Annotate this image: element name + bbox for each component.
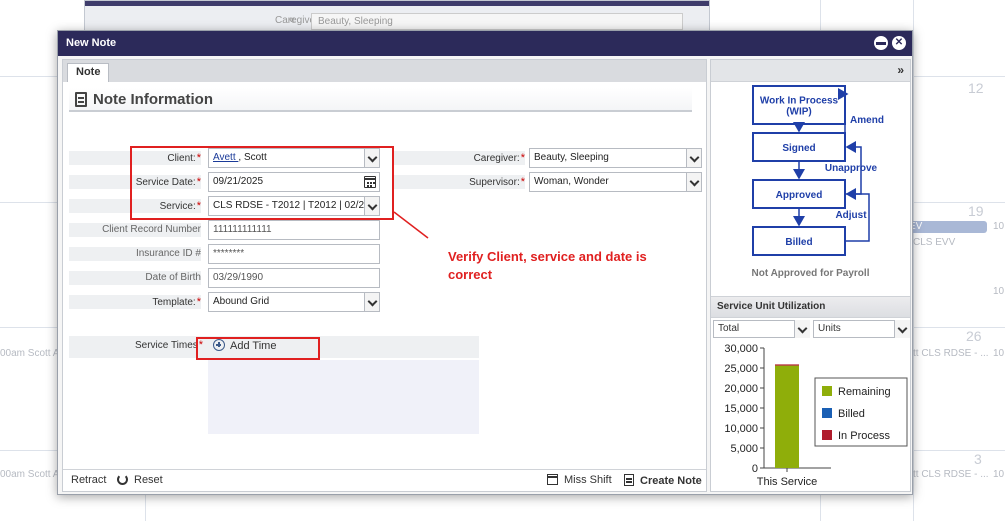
clipboard-icon xyxy=(75,92,87,107)
calendar-event[interactable]: tt CLS RDSE - ... xyxy=(913,469,989,480)
retract-button[interactable]: Retract xyxy=(71,474,106,486)
calendar-event[interactable]: EV xyxy=(905,221,987,233)
day-number: 26 xyxy=(966,328,982,344)
legend-label: Billed xyxy=(838,408,865,420)
day-number: 19 xyxy=(968,203,984,219)
utilization-title: Service Unit Utilization xyxy=(711,296,910,318)
side-panel: » Work In Process (WIP) Signed Approved Bill… xyxy=(710,59,911,492)
legend-swatch xyxy=(822,386,832,396)
y-tick-label: 5,000 xyxy=(730,443,758,455)
insurance-label-row: Insurance ID # xyxy=(69,247,201,261)
utilization-chart: 0 5,000 10,000 15,000 20,000 25,000 30,000 This… xyxy=(724,343,908,488)
calendar-event[interactable]: tt CLS RDSE - ... xyxy=(913,348,989,359)
dob-label: Date of Birth xyxy=(145,272,201,283)
side-panel-header: » xyxy=(711,60,910,82)
note-panel: Note Note Information Client:* Avett , S… xyxy=(62,59,707,492)
bar-segment-remaining xyxy=(775,365,799,468)
workflow-transition-label: Adjust xyxy=(835,210,867,221)
calendar-event: 10 xyxy=(993,348,1005,359)
legend-swatch xyxy=(822,408,832,418)
y-tick-label: 10,000 xyxy=(724,423,758,435)
y-tick-label: 0 xyxy=(752,463,758,475)
dialog-title: New Note xyxy=(66,37,117,49)
workflow-transition-label: Unapprove xyxy=(825,163,878,174)
dialog-footer: Retract Reset Miss Shift Create Note xyxy=(63,469,706,491)
caregiver-label: Caregiver:* xyxy=(473,152,525,164)
caregiver-select[interactable]: Beauty, Sleeping xyxy=(529,148,702,168)
client-record-number: 111111111111 xyxy=(208,220,380,240)
minimize-icon[interactable]: ▬ xyxy=(874,36,888,50)
chevron-down-icon[interactable] xyxy=(894,320,910,338)
workflow-state-label: Work In Process xyxy=(760,96,839,107)
calendar-event: 10 xyxy=(993,469,1005,480)
chevron-down-icon[interactable] xyxy=(794,320,810,338)
reset-icon xyxy=(117,474,128,485)
units-select[interactable]: Units xyxy=(813,320,910,338)
dob-label-row: Date of Birth xyxy=(69,271,201,285)
y-tick-label: 20,000 xyxy=(724,383,758,395)
calendar-event: 10 xyxy=(993,286,1005,297)
section-header: Note Information xyxy=(69,88,692,112)
date-of-birth: 03/29/1990 xyxy=(208,268,380,288)
bar-segment-in-process xyxy=(775,364,799,366)
supervisor-select[interactable]: Woman, Wonder xyxy=(529,172,702,192)
total-select[interactable]: Total xyxy=(713,320,810,338)
legend-label: In Process xyxy=(838,430,890,442)
calendar-event: 10 xyxy=(993,221,1005,232)
expand-icon[interactable]: » xyxy=(897,63,904,77)
calendar-event[interactable]: 00am Scott A xyxy=(0,469,59,480)
day-number: 3 xyxy=(974,451,982,467)
tab-bar: Note xyxy=(63,60,706,82)
annotation-text: Verify Client, service and date is corre… xyxy=(448,249,647,282)
template-select[interactable]: Abound Grid xyxy=(208,292,380,312)
insurance-id: ******** xyxy=(208,244,380,264)
supervisor-label: Supervisor:* xyxy=(469,176,525,188)
close-icon[interactable]: ✕ xyxy=(892,36,906,50)
service-times-area xyxy=(208,360,479,434)
y-tick-label: 30,000 xyxy=(724,343,758,355)
calendar-gridline xyxy=(913,0,914,521)
calendar-event[interactable]: CLS EVV xyxy=(913,237,955,248)
reset-button[interactable]: Reset xyxy=(117,474,163,486)
template-label: Template:* xyxy=(152,296,201,308)
insurance-label: Insurance ID # xyxy=(135,248,201,259)
calendar-event[interactable]: 00am Scott A xyxy=(0,348,59,359)
workflow-diagram: Work In Process(WIP) Signed Approved Billed… xyxy=(752,85,884,256)
record-label-row: Client Record Number xyxy=(69,223,201,237)
create-note-button[interactable]: Create Note xyxy=(624,474,702,487)
workflow-state-label: (WIP) xyxy=(786,107,812,118)
annotation-arrow xyxy=(393,211,429,239)
section-title: Note Information xyxy=(93,91,213,108)
document-icon xyxy=(624,474,634,486)
miss-shift-button[interactable]: Miss Shift xyxy=(547,474,612,486)
legend-label: Remaining xyxy=(838,386,891,398)
tab-note[interactable]: Note xyxy=(67,63,110,82)
chevron-down-icon[interactable] xyxy=(364,293,379,311)
workflow-state-label: Approved xyxy=(776,190,823,201)
x-tick-label: This Service xyxy=(757,476,818,488)
service-times-label: Service Times* xyxy=(135,339,204,351)
chevron-down-icon[interactable] xyxy=(686,173,701,191)
annotation-highlight-box xyxy=(130,146,394,220)
supervisor-label-row: Supervisor:* xyxy=(393,175,525,189)
new-note-dialog: New Note ▬ ✕ Note Note Information Clien… xyxy=(57,30,913,495)
workflow-transition-label: Amend xyxy=(850,115,884,126)
legend-swatch xyxy=(822,430,832,440)
caregiver-select[interactable]: Beauty, Sleeping xyxy=(311,13,683,30)
template-label-row: Template:* xyxy=(69,295,201,309)
day-number: 12 xyxy=(968,80,984,96)
annotation-highlight-box xyxy=(196,337,320,360)
record-label: Client Record Number xyxy=(102,224,201,235)
caregiver-label-row: Caregiver:* xyxy=(393,151,525,165)
dialog-title-bar: New Note ▬ ✕ xyxy=(58,31,912,56)
workflow-state-label: Billed xyxy=(785,237,812,248)
y-tick-label: 15,000 xyxy=(724,403,758,415)
calendar-icon xyxy=(547,474,558,485)
chevron-down-icon[interactable] xyxy=(686,149,701,167)
y-tick-label: 25,000 xyxy=(724,363,758,375)
workflow-state-label: Signed xyxy=(782,143,815,154)
workflow-caption: Not Approved for Payroll xyxy=(751,268,870,279)
